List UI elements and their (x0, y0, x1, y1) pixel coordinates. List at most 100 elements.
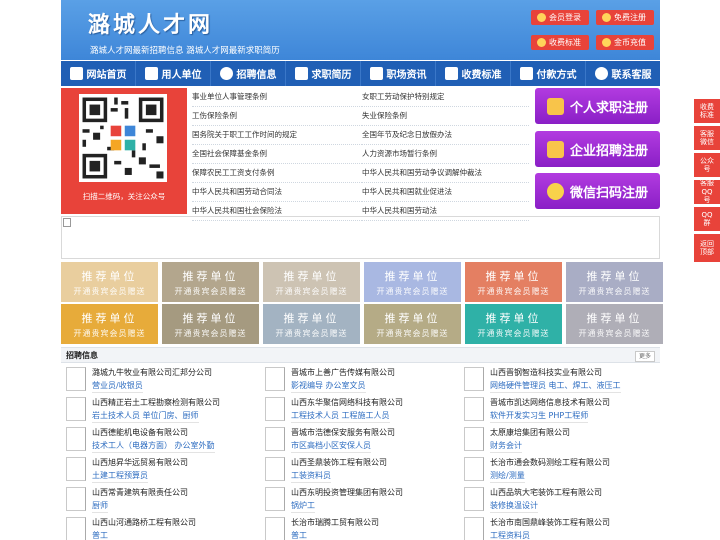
nav-jobs[interactable]: 招聘信息 (211, 61, 286, 86)
nav-employers[interactable]: 用人单位 (136, 61, 211, 86)
regulation-link[interactable]: 保障农民工工资支付条例 (192, 164, 362, 183)
job-company[interactable]: 潞城九牛牧业有限公司汇邦分公司 (92, 367, 212, 378)
regulation-link[interactable]: 工伤保险条例 (192, 107, 362, 126)
job-item[interactable]: 长治市通会数码测绘工程有限公司 测绘/测量 (459, 456, 657, 487)
job-item[interactable]: 晋城市浩德保安服务有限公司 市区高档小区安保人员 (260, 426, 458, 457)
job-company[interactable]: 太原康培集团有限公司 (490, 427, 570, 438)
wechat-register-button[interactable]: 微信扫码注册 (535, 173, 660, 209)
job-position[interactable]: 测绘/测量 (490, 470, 525, 483)
recommended-employer-tile[interactable]: 推荐单位 开通贵宾会员赠送 (162, 262, 259, 302)
job-position[interactable]: 厨师 (92, 500, 108, 513)
recharge-button[interactable]: 金币充值 (596, 35, 654, 50)
job-company[interactable]: 长治市瑞腾工贸有限公司 (291, 517, 379, 528)
job-company[interactable]: 晋城市凯达网络信息技术有限公司 (490, 397, 610, 408)
job-position[interactable]: 装修换温设计 (490, 500, 538, 513)
job-company[interactable]: 山西常青建筑有限责任公司 (92, 487, 188, 498)
job-position[interactable]: 锅炉工 (291, 500, 315, 513)
nav-payment[interactable]: 付款方式 (511, 61, 586, 86)
job-company[interactable]: 山西精正岩土工程勘察检测有限公司 (92, 397, 220, 408)
job-position[interactable]: 岩土技术人员 单位门房、厨师 (92, 410, 199, 423)
job-company[interactable]: 山西东明投资管理集团有限公司 (291, 487, 403, 498)
nav-home[interactable]: 网站首页 (61, 61, 136, 86)
job-company[interactable]: 长治市通会数码测绘工程有限公司 (490, 457, 610, 468)
banner-ad[interactable] (61, 216, 660, 259)
recommended-employer-tile[interactable]: 推荐单位 开通贵宾会员赠送 (566, 304, 663, 344)
job-position[interactable]: 普工 (291, 530, 307, 540)
job-position[interactable]: 工装资料员 (291, 470, 331, 483)
recommended-employer-tile[interactable]: 推荐单位 开通贵宾会员赠送 (364, 304, 461, 344)
recommended-employer-tile[interactable]: 推荐单位 开通贵宾会员赠送 (162, 304, 259, 344)
side-pricing[interactable]: 收费标准 (694, 99, 720, 123)
job-item[interactable]: 太原康培集团有限公司 财务会计 (459, 426, 657, 457)
job-company[interactable]: 长治市南国鼎峰装饰工程有限公司 (490, 517, 610, 528)
job-item[interactable]: 晋城市凯达网络信息技术有限公司 软件开发实习生 PHP工程师 (459, 396, 657, 427)
job-position[interactable]: 软件开发实习生 PHP工程师 (490, 410, 589, 423)
side-wechat[interactable]: 客服微信 (694, 126, 720, 150)
login-button[interactable]: 会员登录 (531, 10, 589, 25)
recommended-employer-tile[interactable]: 推荐单位 开通贵宾会员赠送 (465, 304, 562, 344)
job-company[interactable]: 山西山河通路桥工程有限公司 (92, 517, 196, 528)
regulation-link[interactable]: 中华人民共和国就业促进法 (362, 183, 529, 202)
regulation-link[interactable]: 中华人民共和国劳动争议调解仲裁法 (362, 164, 529, 183)
employer-register-button[interactable]: 企业招聘注册 (535, 131, 660, 167)
job-company[interactable]: 山西东华聚信网络科技有限公司 (291, 397, 403, 408)
regulation-link[interactable]: 全国社会保障基金条例 (192, 145, 362, 164)
job-item[interactable]: 山西山河通路桥工程有限公司 普工 (61, 516, 259, 540)
job-position[interactable]: 营业员/收银员 (92, 380, 143, 393)
side-back-to-top[interactable]: 返回顶部 (694, 234, 720, 262)
nav-contact[interactable]: 联系客服 (586, 61, 660, 86)
nav-pricing[interactable]: 收费标准 (436, 61, 511, 86)
side-qq-group[interactable]: QQ群 (694, 207, 720, 231)
job-position[interactable]: 土建工程预算员 (92, 470, 148, 483)
job-item[interactable]: 晋城市上善广告传媒有限公司 影视编导 办公室文员 (260, 366, 458, 397)
job-item[interactable]: 长治市瑞腾工贸有限公司 普工 (260, 516, 458, 540)
job-item[interactable]: 山西圣鼎装饰工程有限公司 工装资料员 (260, 456, 458, 487)
job-company[interactable]: 晋城市浩德保安服务有限公司 (291, 427, 395, 438)
recommended-employer-tile[interactable]: 推荐单位 开通贵宾会员赠送 (465, 262, 562, 302)
recommended-employer-tile[interactable]: 推荐单位 开通贵宾会员赠送 (566, 262, 663, 302)
job-item[interactable]: 山西东明投资管理集团有限公司 锅炉工 (260, 486, 458, 517)
job-position[interactable]: 普工 (92, 530, 108, 540)
recommended-employer-tile[interactable]: 推荐单位 开通贵宾会员赠送 (364, 262, 461, 302)
regulation-link[interactable]: 人力资源市场暂行条例 (362, 145, 529, 164)
job-position[interactable]: 技术工人（电器方面） 办公室外勤 (92, 440, 215, 453)
job-company[interactable]: 山西晋钢智造科技实业有限公司 (490, 367, 602, 378)
recommended-employer-tile[interactable]: 推荐单位 开通贵宾会员赠送 (263, 304, 360, 344)
nav-news[interactable]: 职场资讯 (361, 61, 436, 86)
job-item[interactable]: 山西旭昇华远贸易有限公司 土建工程预算员 (61, 456, 259, 487)
nav-resumes[interactable]: 求职简历 (286, 61, 361, 86)
job-position[interactable]: 市区高档小区安保人员 (291, 440, 371, 453)
job-item[interactable]: 山西晋钢智造科技实业有限公司网络硬件管理员 电工、焊工、液压工 (459, 366, 657, 397)
job-company[interactable]: 山西品筑大宅装饰工程有限公司 (490, 487, 602, 498)
job-position[interactable]: 影视编导 办公室文员 (291, 380, 366, 393)
job-position[interactable]: 网络硬件管理员 电工、焊工、液压工 (490, 380, 621, 393)
regulation-link[interactable]: 中华人民共和国劳动合同法 (192, 183, 362, 202)
regulation-link[interactable]: 国务院关于职工工作时间的规定 (192, 126, 362, 145)
site-logo[interactable]: 潞城人才网 (88, 7, 213, 39)
job-company[interactable]: 晋城市上善广告传媒有限公司 (291, 367, 395, 378)
job-item[interactable]: 山西品筑大宅装饰工程有限公司 装修换温设计 (459, 486, 657, 517)
job-company[interactable]: 山西德能机电设备有限公司 (92, 427, 188, 438)
job-item[interactable]: 山西精正岩土工程勘察检测有限公司 岩土技术人员 单位门房、厨师 (61, 396, 259, 427)
jobs-more-button[interactable]: 更多 (635, 351, 655, 362)
regulation-link[interactable]: 事业单位人事管理条例 (192, 88, 362, 107)
jobseeker-register-button[interactable]: 个人求职注册 (535, 88, 660, 124)
job-item[interactable]: 长治市南国鼎峰装饰工程有限公司 工程资料员 (459, 516, 657, 540)
recommended-employer-tile[interactable]: 推荐单位 开通贵宾会员赠送 (61, 262, 158, 302)
regulation-link[interactable]: 失业保险条例 (362, 107, 529, 126)
job-item[interactable]: 潞城九牛牧业有限公司汇邦分公司 营业员/收银员 (61, 366, 259, 397)
recommended-employer-tile[interactable]: 推荐单位 开通贵宾会员赠送 (61, 304, 158, 344)
register-button[interactable]: 免费注册 (596, 10, 654, 25)
side-qq[interactable]: 客服QQ号 (694, 179, 720, 204)
job-position[interactable]: 工程资料员 (490, 530, 530, 540)
regulation-link[interactable]: 全国年节及纪念日放假办法 (362, 126, 529, 145)
job-company[interactable]: 山西圣鼎装饰工程有限公司 (291, 457, 387, 468)
pricing-button[interactable]: 收费标准 (531, 35, 589, 50)
job-company[interactable]: 山西旭昇华远贸易有限公司 (92, 457, 188, 468)
job-item[interactable]: 山西常青建筑有限责任公司 厨师 (61, 486, 259, 517)
job-item[interactable]: 山西德能机电设备有限公司技术工人（电器方面） 办公室外勤 (61, 426, 259, 457)
side-official-account[interactable]: 公众号 (694, 153, 720, 177)
regulation-link[interactable]: 女职工劳动保护特别规定 (362, 88, 529, 107)
job-item[interactable]: 山西东华聚信网络科技有限公司 工程技术人员 工程施工人员 (260, 396, 458, 427)
recommended-employer-tile[interactable]: 推荐单位 开通贵宾会员赠送 (263, 262, 360, 302)
